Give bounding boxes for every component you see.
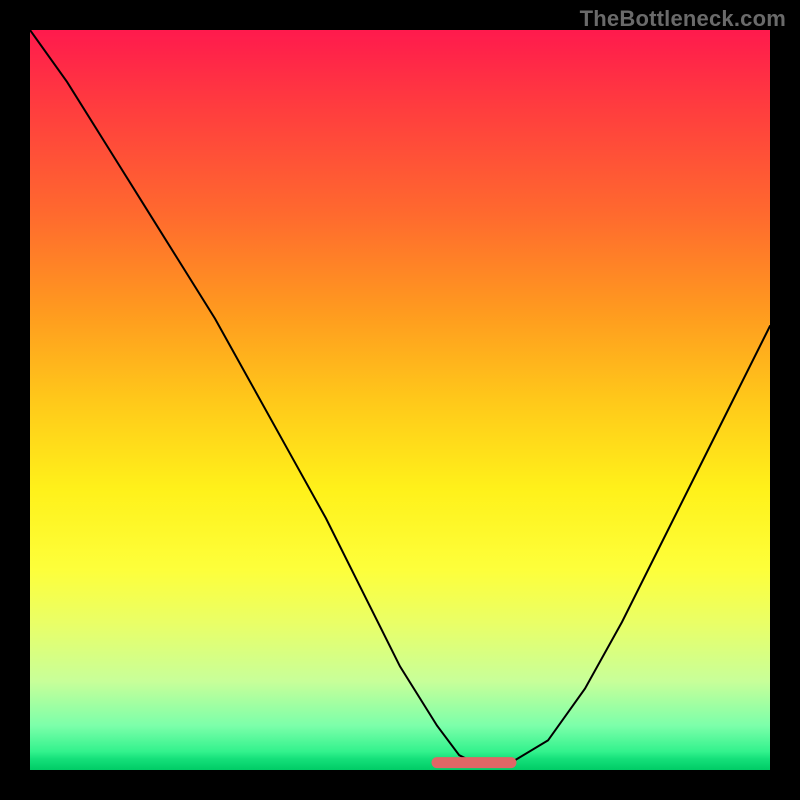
chart-container: TheBottleneck.com <box>0 0 800 800</box>
curve-svg <box>30 30 770 770</box>
watermark-text: TheBottleneck.com <box>580 6 786 32</box>
bottleneck-curve <box>30 30 770 763</box>
plot-area <box>30 30 770 770</box>
